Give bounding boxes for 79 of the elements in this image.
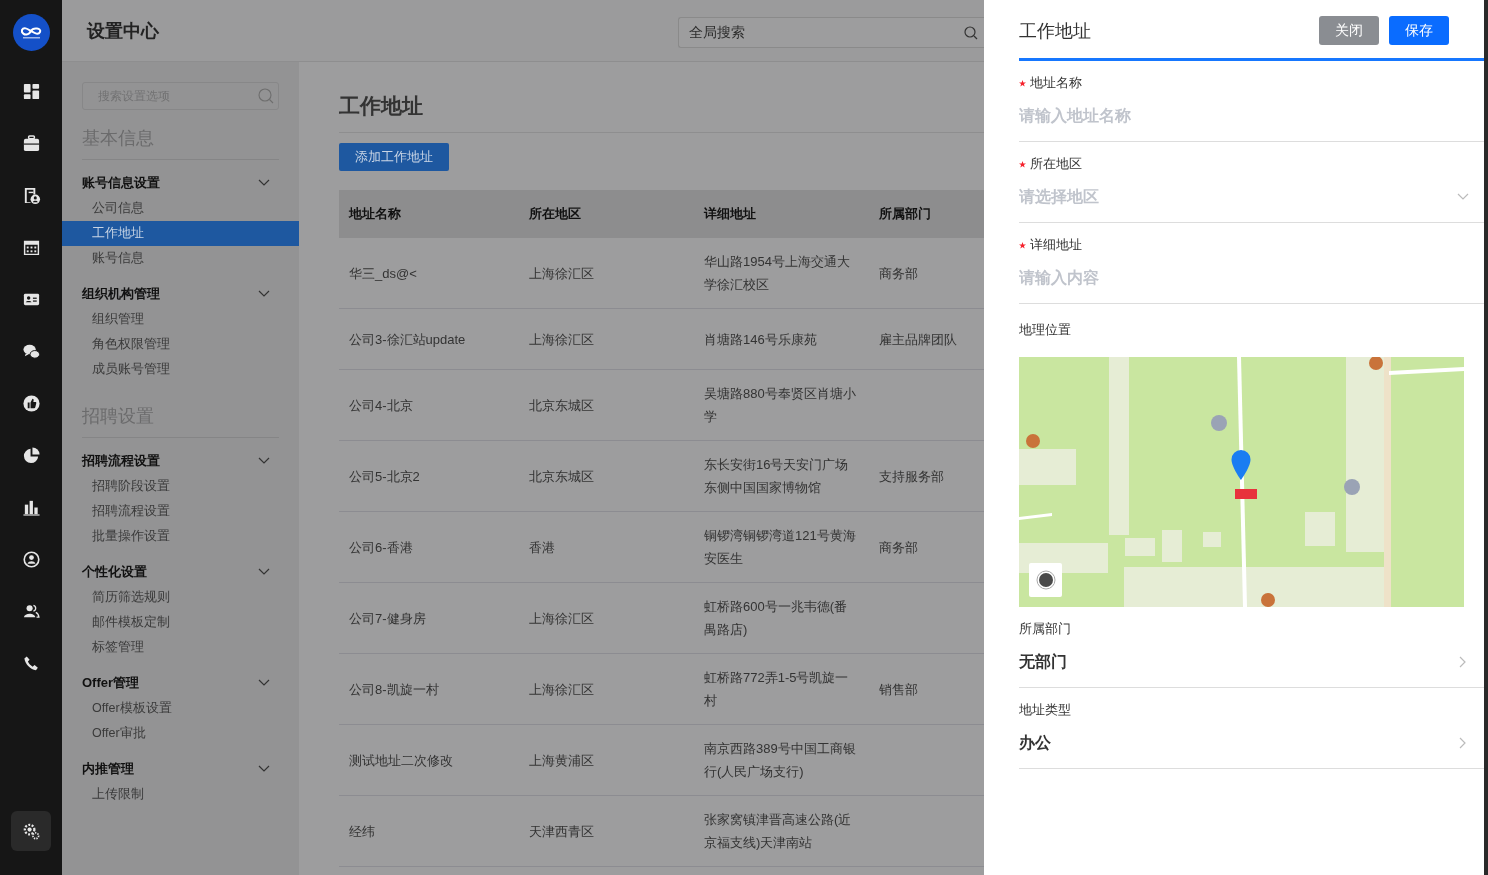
- table-cell: 香港: [519, 511, 694, 583]
- column-header: 地址名称: [339, 190, 519, 238]
- add-address-button[interactable]: 添加工作地址: [339, 143, 449, 171]
- briefcase-icon: [21, 133, 41, 153]
- nav-item[interactable]: 招聘阶段设置: [62, 474, 299, 499]
- table-cell: 华三_ds@<: [339, 238, 519, 309]
- text-field[interactable]: 请输入地址名称: [1019, 107, 1470, 125]
- group-title[interactable]: 个性化设置: [82, 563, 147, 581]
- group-title[interactable]: 组织机构管理: [82, 285, 160, 303]
- thumbs-up-icon: [21, 393, 41, 413]
- nav-item[interactable]: 简历筛选规则: [62, 585, 299, 610]
- nav-item[interactable]: Offer模板设置: [62, 696, 299, 721]
- table-cell: 张家窝镇津晋高速公路(近京福支线)天津南站: [694, 795, 869, 867]
- table-cell: 铜锣湾铜锣湾道121号黄海安医生: [694, 511, 869, 583]
- group-title[interactable]: 账号信息设置: [82, 174, 160, 192]
- field-label: 所在地区: [1030, 155, 1082, 173]
- table-cell: 吴塘路880号奉贤区肖塘小学: [694, 369, 869, 441]
- group-title[interactable]: 内推管理: [82, 760, 134, 778]
- table-cell: 公司7-健身房: [339, 582, 519, 654]
- table-cell: 上海徐汇区: [519, 308, 694, 370]
- search-icon: [964, 25, 978, 40]
- table-cell: 经纬: [339, 795, 519, 867]
- rail-button[interactable]: [11, 811, 51, 851]
- column-header: 所属部门: [869, 190, 984, 238]
- picker-row[interactable]: 办公: [1019, 718, 1484, 768]
- drawer-title: 工作地址: [1019, 19, 1092, 43]
- table-cell: 公司3-徐汇站update: [339, 308, 519, 370]
- table-cell: 上海徐汇区: [519, 238, 694, 309]
- nav-item[interactable]: 招聘流程设置: [62, 499, 299, 524]
- global-search-field[interactable]: 全局搜索: [678, 16, 984, 48]
- table-cell: 公司5-北京2: [339, 440, 519, 512]
- nav-item[interactable]: 上传限制: [62, 782, 299, 807]
- table-cell: 北京东城区: [519, 369, 694, 441]
- column-header: 所在地区: [519, 190, 694, 238]
- nav-item[interactable]: 邮件模板定制: [62, 610, 299, 635]
- table-cell: 天津西青区: [519, 795, 694, 867]
- nav-item[interactable]: 组织管理: [62, 307, 299, 332]
- locate-icon: [1035, 570, 1056, 590]
- table-cell: 测试地址二次修改: [339, 724, 519, 796]
- app-title: 设置中心: [87, 19, 160, 43]
- settings-icon: [21, 821, 41, 841]
- field-label: 详细地址: [1030, 236, 1082, 254]
- table-cell: 肖塘路146号乐康苑: [694, 308, 869, 370]
- table-cell: 华山路1954号上海交通大学徐汇校区: [694, 238, 869, 309]
- select-field[interactable]: 请选择地区: [1019, 172, 1484, 222]
- column-header: 详细地址: [694, 190, 869, 238]
- field-label: 地理位置: [1019, 321, 1071, 339]
- nav-item[interactable]: 公司信息: [62, 196, 299, 221]
- nav-item[interactable]: 成员账号管理: [62, 357, 299, 382]
- table-cell: 公司4-北京: [339, 369, 519, 441]
- table-cell: 北京东城区: [519, 440, 694, 512]
- table-cell: 上海徐汇区: [519, 582, 694, 654]
- table-cell: 上海黄浦区: [519, 724, 694, 796]
- table-cell: 上海徐汇区: [519, 653, 694, 725]
- nav-item[interactable]: 工作地址: [62, 221, 299, 246]
- save-button[interactable]: 保存: [1389, 16, 1449, 45]
- group-title[interactable]: Offer管理: [82, 674, 140, 692]
- field-label: 所属部门: [1019, 620, 1071, 638]
- pie-chart-icon: [21, 445, 41, 465]
- search-icon: [258, 88, 274, 104]
- close-button[interactable]: 关闭: [1319, 16, 1379, 45]
- table-cell: 东长安街16号天安门广场东侧中国国家博物馆: [694, 440, 869, 512]
- table-cell: 南京西路389号中国工商银行(人民广场支行): [694, 724, 869, 796]
- map-pin-icon: [1231, 450, 1251, 482]
- nav-item[interactable]: 批量操作设置: [62, 524, 299, 549]
- dashboard-icon: [21, 81, 41, 101]
- field-label: 地址名称: [1030, 74, 1082, 92]
- text-field[interactable]: 请输入内容: [1019, 269, 1470, 287]
- logo-icon: [12, 14, 50, 51]
- group-title[interactable]: 招聘流程设置: [82, 452, 160, 470]
- page-title: 工作地址: [339, 92, 984, 133]
- field-label: 地址类型: [1019, 701, 1071, 719]
- picker-row[interactable]: 无部门: [1019, 637, 1484, 687]
- nav-item[interactable]: 角色权限管理: [62, 332, 299, 357]
- nav-item[interactable]: 账号信息: [62, 246, 299, 271]
- nav-item[interactable]: 标签管理: [62, 635, 299, 660]
- table-cell: 公司6-香港: [339, 511, 519, 583]
- nav-item[interactable]: Offer审批: [62, 721, 299, 746]
- locate-button[interactable]: [1029, 563, 1062, 597]
